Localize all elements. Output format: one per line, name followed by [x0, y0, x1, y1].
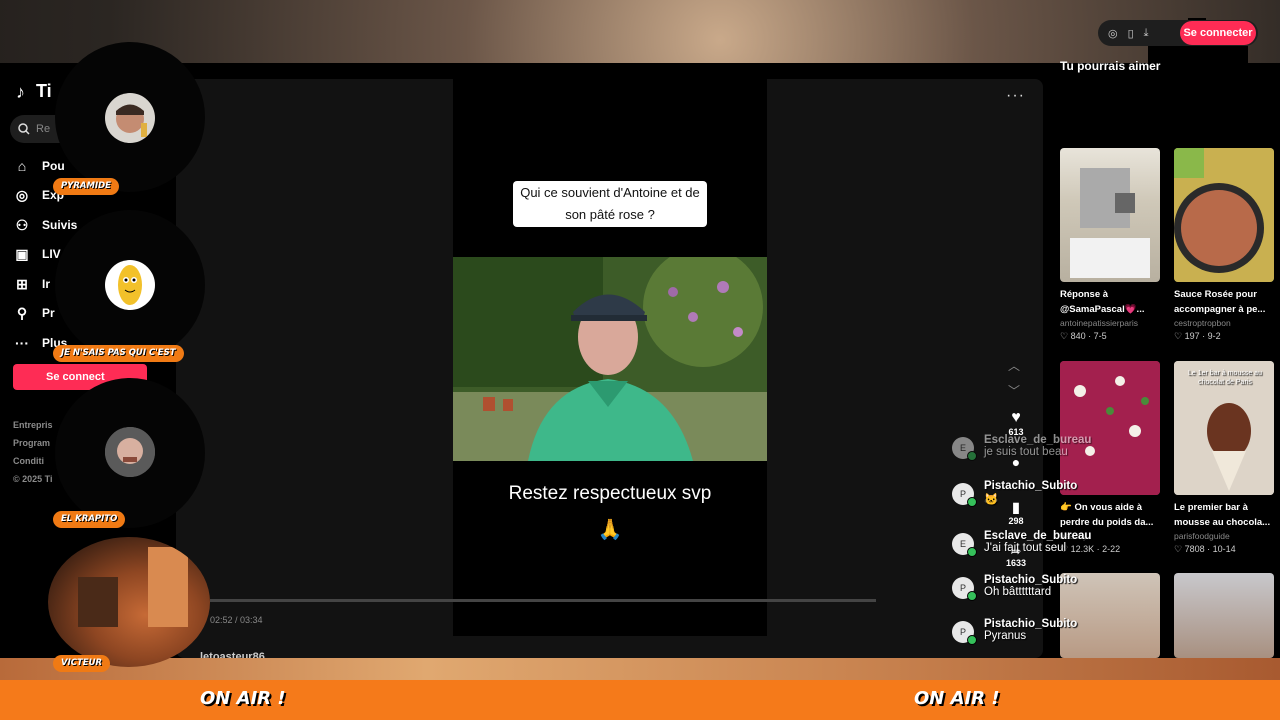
suggestion-title: Réponse à @SamaPascal💗... [1060, 289, 1145, 315]
video-caption: Qui ce souvient d'Antoine et de son pâté… [513, 181, 707, 227]
more-options-icon[interactable]: ··· [1006, 87, 1025, 105]
video-time: 02:52 / 03:34 [210, 615, 263, 625]
video-progress-bar[interactable] [210, 599, 876, 602]
video-frame-image [453, 257, 767, 461]
sidebar-item-label: Suivis [42, 217, 78, 232]
video-player[interactable]: Qui ce souvient d'Antoine et de son pâté… [453, 79, 767, 636]
heart-icon: ♥ [1011, 409, 1021, 426]
sidebar-item-suivis[interactable]: ⚇ Suivis [14, 210, 78, 240]
chat-avatar: E [952, 533, 977, 557]
participant-name-tag: JE N'SAIS PAS QUI C'EST [53, 345, 184, 362]
suggestion-author: parisfoodguide [1174, 531, 1230, 541]
sidebar-footer: Entrepris Program Conditi © 2025 Ti [13, 416, 53, 488]
suggestion-card[interactable]: Sauce Rosée pour accompagner à pe... ces… [1174, 148, 1274, 343]
chat-username: Pistachio_Subito [984, 618, 1078, 630]
profile-icon: ⚲ [16, 305, 28, 322]
chat-avatar: P [952, 577, 977, 601]
chat-username: Esclave_de_bureau [984, 434, 1092, 446]
suggestion-title: Sauce Rosée pour accompagner à pe... [1174, 289, 1266, 315]
suggestion-thumbnail [1174, 573, 1274, 658]
chat-text: 🐱 [984, 494, 999, 506]
chat-message: E Esclave_de_bureau je suis tout beau [952, 434, 1102, 480]
coin-icon[interactable]: ◎ [1108, 27, 1118, 40]
participant-name-tag: EL KRAPITO [53, 511, 126, 528]
sidebar-item-label: Pr [42, 306, 55, 321]
face-avatar [105, 427, 155, 477]
suggestion-stats: ♡ 197 · 9-2 [1174, 331, 1221, 341]
face-avatar [116, 104, 147, 137]
sidebar-item-label: Pou [42, 158, 65, 173]
footer-link[interactable]: Conditi [13, 452, 53, 470]
stream-chat: E Esclave_de_bureau je suis tout beau P … [952, 434, 1102, 662]
video-feed: Qui ce souvient d'Antoine et de son pâté… [176, 79, 1043, 658]
copyright-text: © 2025 Ti [13, 474, 53, 484]
sidebar-item-label: Ir [42, 276, 51, 291]
video-overlay-text: Restez respectueux svp [508, 483, 712, 504]
thumbnail-overlay-text: Le 1er bar à mousse au chocolat de Paris [1188, 370, 1262, 386]
tiktok-logo[interactable]: ♪ Ti [16, 81, 52, 102]
more-icon: ··· [15, 334, 29, 351]
chat-text: J'ai fait tout seul [984, 542, 1067, 554]
chat-text: Pyranus [984, 630, 1027, 642]
kitchen-image [1070, 168, 1150, 278]
video-author[interactable]: letoasteur86 [200, 651, 265, 658]
participant-name-tag: VICTEUR [53, 655, 111, 672]
footer-link[interactable]: Entrepris [13, 416, 53, 434]
onair-label: ON AIR ! [914, 688, 1000, 709]
participant-name-tag: PYRAMIDE [53, 178, 119, 195]
video-frame-drawing [453, 257, 767, 461]
chat-message: E Esclave_de_bureau J'ai fait tout seul [952, 530, 1102, 574]
suggestion-title: Le premier bar à mousse au chocola... [1174, 502, 1271, 528]
chat-username: Pistachio_Subito [984, 480, 1078, 492]
room-webcam-image [78, 547, 188, 627]
onair-banner: ON AIR ! ON AIR ! [0, 680, 1280, 720]
participant-avatar [105, 427, 155, 477]
chevron-down-icon[interactable]: ﹀ [1008, 382, 1020, 399]
compass-icon: ◎ [15, 187, 29, 204]
suggestion-author: cestroptropbon [1174, 318, 1231, 328]
download-icon[interactable]: ⤓ [1144, 27, 1149, 40]
chat-avatar: P [952, 483, 977, 507]
tiktok-note-icon: ♪ [16, 81, 25, 102]
suggestion-card[interactable]: Réponse à @SamaPascal💗... antoinepatissi… [1060, 148, 1160, 343]
suggestion-thumbnail [1060, 148, 1160, 282]
chat-avatar: P [952, 621, 977, 645]
chat-message: P Pistachio_Subito 🐱 [952, 480, 1102, 530]
suggestion-stats: ♡ 7808 · 10-14 [1174, 544, 1236, 554]
chevron-up-icon[interactable]: ︿ [1008, 357, 1020, 374]
chat-message: P Pistachio_Subito Oh bâttttttard [952, 574, 1102, 618]
chat-username: Esclave_de_bureau [984, 530, 1092, 542]
search-placeholder: Re [36, 123, 51, 135]
home-icon: ⌂ [17, 157, 27, 174]
upload-icon: ⊞ [16, 275, 28, 292]
phone-icon[interactable]: ▯ [1128, 27, 1134, 40]
logo-text: Ti [36, 81, 52, 101]
participant-avatar [105, 260, 155, 310]
mascot-avatar [118, 265, 142, 305]
suggestion-card[interactable]: Le 1er bar à mousse au chocolat de Paris… [1174, 361, 1274, 556]
user-follow-icon: ⚇ [15, 216, 29, 233]
sauce-image [1174, 148, 1274, 282]
suggestion-stats: ♡ 840 · 7-5 [1060, 331, 1107, 341]
pray-emoji: 🙏 [597, 519, 623, 541]
suggestion-author: antoinepatissierparis [1060, 318, 1138, 328]
connect-button[interactable]: Se connecter [1180, 21, 1256, 45]
like-button[interactable]: ♥ 613 [998, 409, 1034, 437]
onair-label: ON AIR ! [200, 688, 286, 709]
footer-link[interactable]: Program [13, 434, 53, 452]
suggestion-thumbnail [1174, 148, 1274, 282]
participant-avatar [105, 93, 155, 143]
chat-text: je suis tout beau [984, 446, 1068, 458]
suggestion-thumbnail: Le 1er bar à mousse au chocolat de Paris [1174, 361, 1274, 495]
suggestion-card[interactable] [1174, 573, 1274, 658]
sidebar-item-label: LIV [42, 247, 61, 262]
chat-text: Oh bâttttttard [984, 586, 1052, 598]
chat-message: P Pistachio_Subito Pyranus [952, 618, 1102, 662]
suggestions-title: Tu pourrais aimer [1060, 59, 1161, 73]
chat-avatar: E [952, 437, 977, 461]
chat-username: Pistachio_Subito [984, 574, 1078, 586]
participant-webcam [48, 537, 210, 667]
live-icon: ▣ [15, 246, 29, 263]
search-icon [18, 123, 30, 135]
